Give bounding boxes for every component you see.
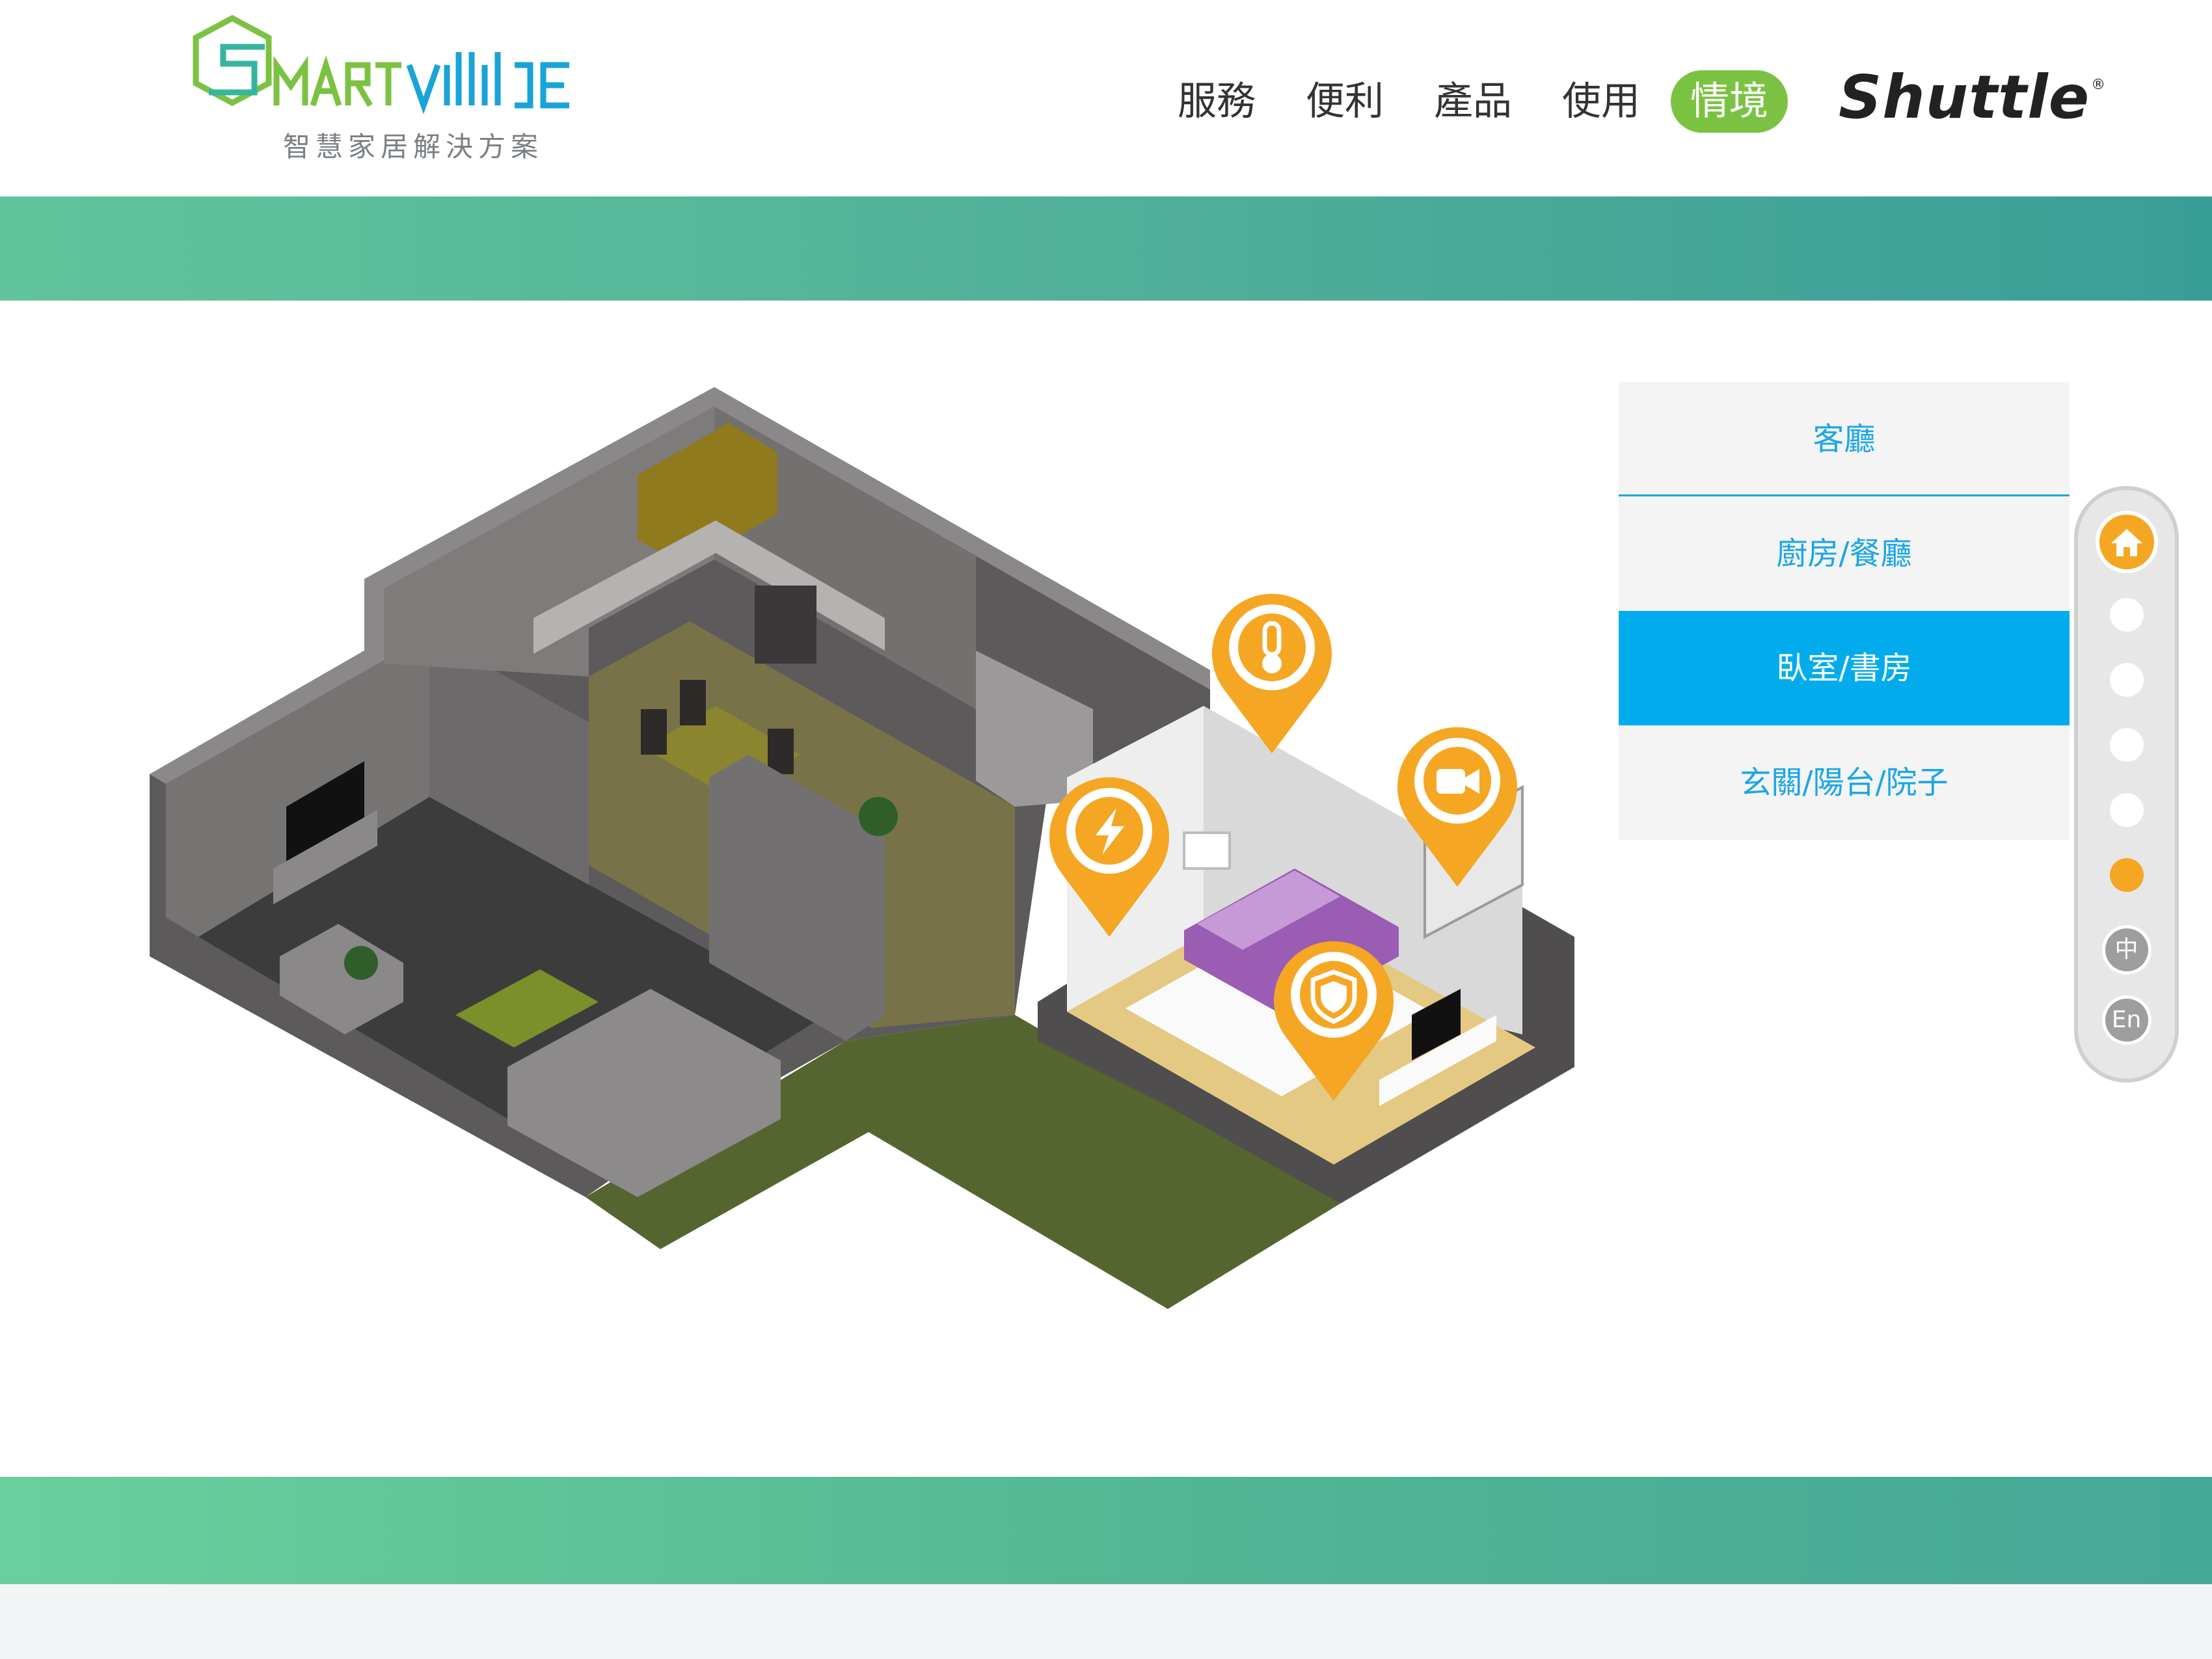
language-chinese-button[interactable]: 中: [2105, 928, 2148, 971]
room-menu-entrance-balcony-yard[interactable]: 玄關/陽台/院子: [1619, 725, 2070, 840]
side-pager: 中 En: [2074, 486, 2179, 1083]
bedroom-picture-frame: [1183, 831, 1231, 870]
room-menu-living-room[interactable]: 客廳: [1619, 382, 2070, 496]
dining-chair: [680, 680, 706, 725]
language-english-button[interactable]: En: [2105, 999, 2148, 1042]
plant: [859, 797, 898, 836]
pager-dot-2[interactable]: [2109, 663, 2144, 697]
dining-chair: [641, 709, 667, 755]
home-button[interactable]: [2099, 515, 2154, 569]
pager-dot-5-active[interactable]: [2109, 858, 2144, 892]
plant: [344, 946, 378, 980]
home-icon: [2111, 529, 2142, 556]
room-menu-bedroom-study[interactable]: 臥室/書房: [1619, 611, 2070, 725]
pager-dot-3[interactable]: [2109, 728, 2144, 762]
oven: [755, 586, 816, 664]
dining-chair: [768, 729, 794, 774]
pager-dot-1[interactable]: [2109, 598, 2144, 632]
room-menu-kitchen-dining[interactable]: 廚房/餐廳: [1619, 496, 2070, 611]
bottom-banner-band: [0, 1477, 2212, 1584]
footer: [0, 1584, 2212, 1659]
room-menu: 客廳 廚房/餐廳 臥室/書房 玄關/陽台/院子: [1619, 382, 2070, 840]
pager-dot-4[interactable]: [2109, 793, 2144, 827]
